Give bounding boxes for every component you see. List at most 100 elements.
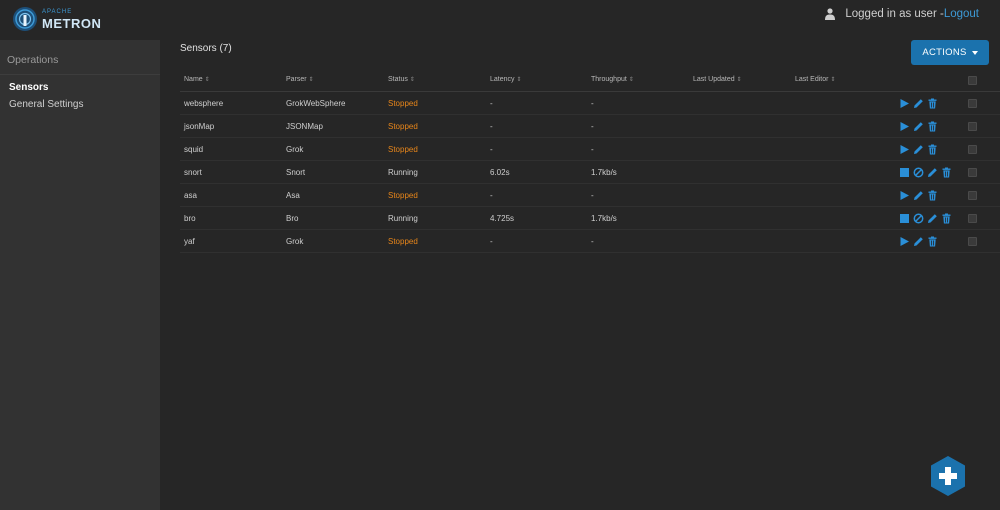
cell-throughput: 1.7kb/s — [591, 214, 617, 223]
metron-logo-icon — [13, 7, 37, 31]
edit-sensor-icon[interactable] — [913, 98, 924, 109]
table-row[interactable]: squid Grok Stopped - - — [180, 138, 1000, 161]
delete-sensor-icon[interactable] — [927, 190, 938, 201]
cell-parser: Grok — [286, 237, 304, 246]
cell-throughput: - — [591, 237, 594, 246]
sidebar-heading: Operations — [7, 54, 59, 66]
sidebar: Operations Sensors General Settings — [0, 40, 160, 510]
actions-dropdown-button[interactable]: ACTIONS — [911, 40, 989, 65]
sidebar-item-sensors[interactable]: Sensors — [9, 82, 48, 93]
table-header: Name ⇕ Parser ⇕ Status ⇕ Latency ⇕ Throughpu… — [180, 70, 1000, 92]
column-header-throughput[interactable]: Throughput ⇕ — [591, 76, 634, 83]
row-checkbox[interactable] — [968, 168, 977, 177]
cell-name: websphere — [184, 99, 224, 108]
cell-latency: - — [490, 145, 493, 154]
cell-parser: Bro — [286, 214, 299, 223]
main-content: Sensors (7) ACTIONS Name ⇕ Parser ⇕ Status… — [160, 40, 1000, 510]
start-sensor-icon[interactable] — [899, 121, 910, 132]
cell-status: Running — [388, 168, 418, 177]
table-row[interactable]: bro Bro Running 4.725s 1.7kb/s — [180, 207, 1000, 230]
cell-throughput: - — [591, 145, 594, 154]
column-header-status[interactable]: Status ⇕ — [388, 76, 415, 83]
table-row[interactable]: asa Asa Stopped - - — [180, 184, 1000, 207]
cell-throughput: - — [591, 122, 594, 131]
cell-latency: - — [490, 99, 493, 108]
edit-sensor-icon[interactable] — [913, 121, 924, 132]
cell-status: Running — [388, 214, 418, 223]
actions-label: ACTIONS — [922, 47, 967, 58]
cell-latency: 6.02s — [490, 168, 510, 177]
start-sensor-icon[interactable] — [899, 144, 910, 155]
start-sensor-icon[interactable] — [899, 190, 910, 201]
column-header-name[interactable]: Name ⇕ — [184, 76, 210, 83]
row-checkbox[interactable] — [968, 99, 977, 108]
cell-latency: - — [490, 191, 493, 200]
disable-sensor-icon[interactable] — [913, 167, 924, 178]
cell-parser: GrokWebSphere — [286, 99, 346, 108]
logged-in-text: Logged in as user - — [845, 8, 944, 20]
table-row[interactable]: jsonMap JSONMap Stopped - - — [180, 115, 1000, 138]
add-sensor-button[interactable] — [930, 455, 966, 497]
row-checkbox[interactable] — [968, 191, 977, 200]
row-checkbox[interactable] — [968, 122, 977, 131]
stop-sensor-icon[interactable] — [899, 213, 910, 224]
sort-icon: ⇕ — [308, 77, 314, 83]
table-row[interactable]: snort Snort Running 6.02s 1.7kb/s — [180, 161, 1000, 184]
cell-name: squid — [184, 145, 204, 154]
row-checkbox[interactable] — [968, 214, 977, 223]
disable-sensor-icon[interactable] — [913, 213, 924, 224]
table-row[interactable]: yaf Grok Stopped - - — [180, 230, 1000, 253]
row-checkbox[interactable] — [968, 145, 977, 154]
cell-latency: 4.725s — [490, 214, 515, 223]
delete-sensor-icon[interactable] — [941, 167, 952, 178]
select-all-checkbox[interactable] — [968, 76, 977, 85]
top-header: APACHE METRON Logged in as user - Logout — [0, 0, 1000, 40]
user-status: Logged in as user - Logout — [825, 7, 979, 21]
delete-sensor-icon[interactable] — [941, 213, 952, 224]
table-row[interactable]: websphere GrokWebSphere Stopped - - — [180, 92, 1000, 115]
cell-name: snort — [184, 168, 202, 177]
delete-sensor-icon[interactable] — [927, 144, 938, 155]
page-title: Sensors (7) — [180, 43, 232, 54]
caret-down-icon — [971, 50, 978, 55]
cell-parser: Asa — [286, 191, 300, 200]
stop-sensor-icon[interactable] — [899, 167, 910, 178]
cell-name: yaf — [184, 237, 195, 246]
cell-status: Stopped — [388, 99, 418, 108]
sort-icon: ⇕ — [516, 77, 522, 83]
cell-name: jsonMap — [184, 122, 215, 131]
sort-icon: ⇕ — [628, 77, 634, 83]
logo-apache-text: APACHE — [42, 9, 73, 15]
logout-link[interactable]: Logout — [944, 8, 979, 20]
sidebar-item-general-settings[interactable]: General Settings — [9, 99, 84, 110]
metron-logo[interactable]: APACHE METRON — [12, 6, 132, 34]
sidebar-divider — [0, 74, 160, 75]
table-body: websphere GrokWebSphere Stopped - - jsonMap JS… — [180, 92, 1000, 253]
delete-sensor-icon[interactable] — [927, 236, 938, 247]
cell-name: asa — [184, 191, 197, 200]
cell-name: bro — [184, 214, 196, 223]
cell-parser: JSONMap — [286, 122, 323, 131]
cell-throughput: - — [591, 191, 594, 200]
cell-throughput: - — [591, 99, 594, 108]
cell-throughput: 1.7kb/s — [591, 168, 617, 177]
start-sensor-icon[interactable] — [899, 98, 910, 109]
edit-sensor-icon[interactable] — [913, 190, 924, 201]
cell-latency: - — [490, 237, 493, 246]
edit-sensor-icon[interactable] — [927, 213, 938, 224]
delete-sensor-icon[interactable] — [927, 98, 938, 109]
row-checkbox[interactable] — [968, 237, 977, 246]
edit-sensor-icon[interactable] — [913, 144, 924, 155]
sort-icon: ⇕ — [204, 77, 210, 83]
edit-sensor-icon[interactable] — [913, 236, 924, 247]
user-icon — [825, 8, 836, 20]
column-header-last-updated[interactable]: Last Updated ⇕ — [693, 76, 742, 83]
sort-icon: ⇕ — [736, 77, 742, 83]
cell-latency: - — [490, 122, 493, 131]
delete-sensor-icon[interactable] — [927, 121, 938, 132]
column-header-last-editor[interactable]: Last Editor ⇕ — [795, 76, 836, 83]
edit-sensor-icon[interactable] — [927, 167, 938, 178]
start-sensor-icon[interactable] — [899, 236, 910, 247]
column-header-parser[interactable]: Parser ⇕ — [286, 76, 314, 83]
column-header-latency[interactable]: Latency ⇕ — [490, 76, 522, 83]
